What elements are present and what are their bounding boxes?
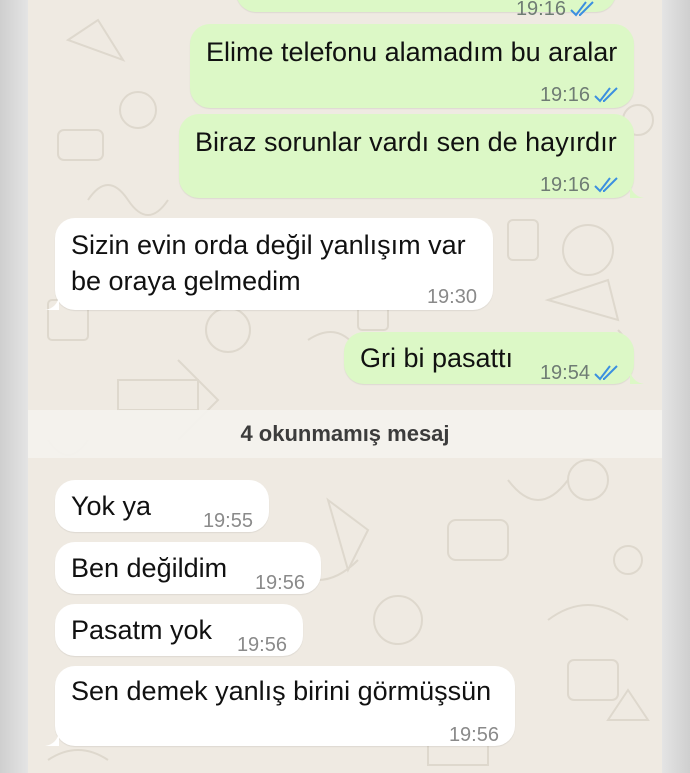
message-time: 19:16: [539, 174, 590, 196]
message-bubble-incoming[interactable]: Sen demek yanlış birini görmüşsün 19:56: [45, 666, 515, 746]
unread-messages-divider: 4 okunmamış mesaj: [28, 410, 662, 458]
bubble-tail: [630, 370, 644, 384]
left-screen-edge: [0, 0, 28, 773]
message-time: 19:30: [426, 286, 477, 308]
message-text: Elime telefonu alamadım bu aralar: [206, 37, 618, 67]
message-text: Yok ya: [71, 491, 152, 521]
message-text: Gri bi pasattı: [360, 343, 514, 373]
message-meta: 19:30: [427, 278, 477, 316]
message-text-line-2: be oraya gelmedim: [71, 266, 301, 296]
message-meta: 19:56: [237, 626, 287, 664]
message-bubble-incoming[interactable]: Yok ya 19:55: [55, 480, 269, 532]
double-check-icon: [594, 87, 618, 103]
message-text: Ben değildim: [71, 553, 228, 583]
double-check-icon: [594, 177, 618, 193]
message-bubble-incoming[interactable]: Pasatm yok 19:56: [55, 604, 303, 656]
message-text-line-1: Sizin evin orda değil yanlışım var: [71, 230, 466, 260]
message-meta: 19:54: [540, 354, 620, 392]
message-time: 19:55: [202, 510, 253, 532]
message-bubble-outgoing-partial[interactable]: 19:16: [236, 0, 616, 20]
message-time: 19:16: [539, 84, 590, 106]
message-bubble-outgoing[interactable]: Elime telefonu alamadım bu aralar 19:16: [190, 24, 634, 108]
right-screen-edge: [662, 0, 690, 773]
double-check-icon: [570, 1, 594, 17]
message-time: 19:54: [539, 362, 590, 384]
message-text: Sen demek yanlış birini görmüşsün: [71, 676, 492, 706]
message-bubble-outgoing[interactable]: Gri bi pasattı 19:54: [344, 332, 644, 384]
message-text: Biraz sorunlar vardı sen de hayırdır: [195, 127, 617, 157]
message-text: Pasatm yok: [71, 615, 213, 645]
message-bubble-outgoing[interactable]: Biraz sorunlar vardı sen de hayırdır 19:…: [179, 114, 644, 198]
message-meta: 19:56: [449, 716, 499, 754]
double-check-icon: [594, 365, 618, 381]
bubble-tail: [630, 184, 644, 198]
bubble-tail: [45, 296, 59, 310]
message-meta: 19:16: [540, 166, 620, 204]
bubble-tail: [45, 732, 59, 746]
chat-area[interactable]: 19:16 Elime telefonu alamadım bu aralar …: [28, 0, 662, 773]
message-meta: 19:55: [203, 502, 253, 540]
message-meta: 19:56: [255, 564, 305, 602]
message-time: 19:56: [254, 572, 305, 594]
message-time: 19:56: [236, 634, 287, 656]
message-bubble-incoming[interactable]: Ben değildim 19:56: [55, 542, 321, 594]
message-time: 19:56: [448, 724, 499, 746]
message-meta: 19:16: [540, 76, 620, 114]
unread-messages-label: 4 okunmamış mesaj: [240, 421, 450, 446]
message-bubble-incoming[interactable]: Sizin evin orda değil yanlışım var be or…: [45, 218, 493, 310]
